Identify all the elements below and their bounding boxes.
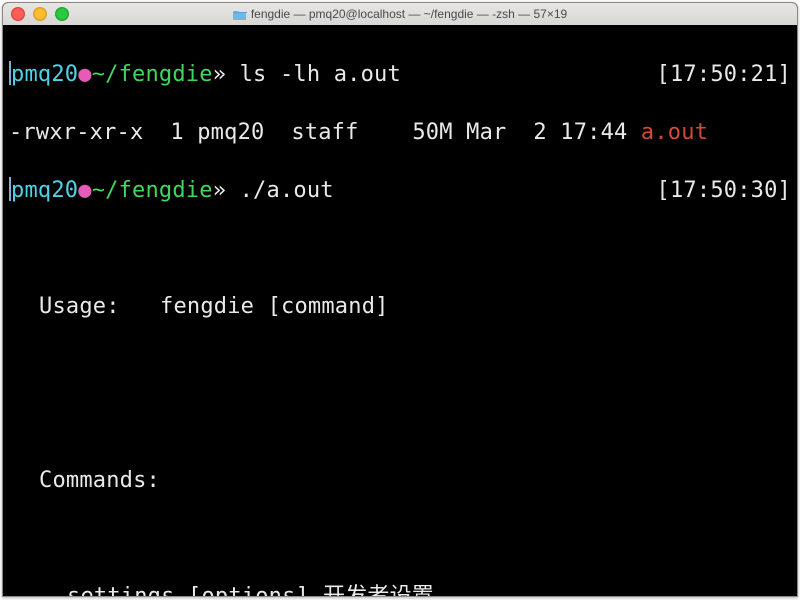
- command-desc: 开发者设置: [323, 584, 434, 597]
- usage-text: fengdie [command]: [160, 294, 389, 319]
- command-row: settings [options]开发者设置: [9, 582, 791, 597]
- prompt-line-2: pmq20●~/fengdie» ./a.out [17:50:30]: [9, 176, 791, 205]
- prompt-line-1: pmq20●~/fengdie» ls -lh a.out [17:50:21]: [9, 60, 791, 89]
- blank-line: [9, 350, 791, 379]
- commands-header: Commands:: [9, 466, 791, 495]
- command-name: settings [options]: [67, 582, 323, 597]
- close-icon[interactable]: [11, 7, 25, 21]
- prompt-arrow: »: [213, 62, 226, 87]
- terminal-window: fengdie — pmq20@localhost — ~/fengdie — …: [2, 2, 798, 597]
- prompt-user: pmq20: [11, 178, 78, 203]
- titlebar[interactable]: fengdie — pmq20@localhost — ~/fengdie — …: [3, 3, 797, 26]
- blank-line: [9, 524, 791, 553]
- ls-output-file: a.out: [641, 120, 708, 145]
- folder-icon: [233, 9, 247, 20]
- terminal-body[interactable]: pmq20●~/fengdie» ls -lh a.out[17:50:21] …: [3, 25, 797, 596]
- timestamp: [17:50:30]: [657, 176, 791, 205]
- command-text: ls -lh a.out: [240, 62, 401, 87]
- usage-label: Usage:: [39, 294, 120, 319]
- prompt-arrow: »: [213, 178, 226, 203]
- window-title-text: fengdie — pmq20@localhost — ~/fengdie — …: [251, 7, 567, 21]
- prompt-sep: ●: [78, 62, 91, 87]
- prompt-user: pmq20: [11, 62, 78, 87]
- blank-line: [9, 408, 791, 437]
- output-line: -rwxr-xr-x 1 pmq20 staff 50M Mar 2 17:44…: [9, 118, 791, 147]
- minimize-icon[interactable]: [33, 7, 47, 21]
- prompt-path: ~/fengdie: [92, 62, 213, 87]
- window-controls: [11, 7, 69, 21]
- timestamp: [17:50:21]: [657, 60, 791, 89]
- window-title: fengdie — pmq20@localhost — ~/fengdie — …: [3, 7, 797, 21]
- command-text: ./a.out: [240, 178, 334, 203]
- usage-line: Usage: fengdie [command]: [9, 292, 791, 321]
- blank-line: [9, 234, 791, 263]
- prompt-sep: ●: [78, 178, 91, 203]
- ls-output: -rwxr-xr-x 1 pmq20 staff 50M Mar 2 17:44: [9, 120, 641, 145]
- zoom-icon[interactable]: [55, 7, 69, 21]
- prompt-path: ~/fengdie: [92, 178, 213, 203]
